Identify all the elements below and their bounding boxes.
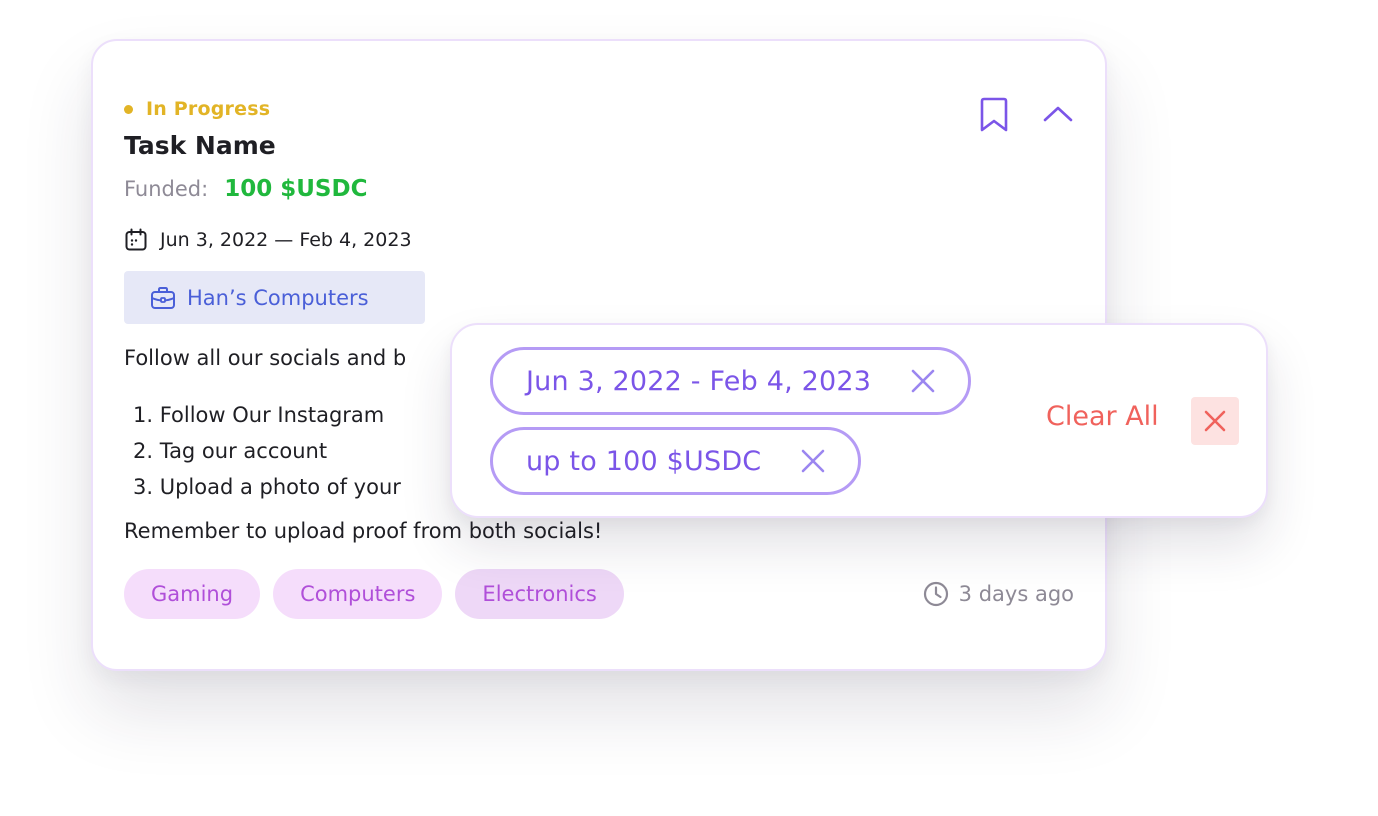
status-label: In Progress bbox=[146, 98, 271, 120]
tag-gaming[interactable]: Gaming bbox=[124, 569, 261, 619]
posted-time: 3 days ago bbox=[923, 581, 1074, 607]
stage: In Progress Task Name Funded: 100 $USDC bbox=[0, 0, 1378, 816]
briefcase-icon bbox=[151, 286, 175, 309]
remove-filter-button[interactable] bbox=[910, 368, 936, 394]
posted-time-text: 3 days ago bbox=[958, 582, 1074, 606]
filter-chip-amount[interactable]: up to 100 $USDC bbox=[490, 427, 861, 495]
close-icon bbox=[1204, 410, 1226, 432]
company-name: Han’s Computers bbox=[187, 285, 369, 310]
close-icon bbox=[801, 449, 825, 473]
clear-all-button[interactable] bbox=[1191, 397, 1239, 445]
list-item: 2. Tag our account bbox=[133, 439, 328, 463]
active-filters-panel: Jun 3, 2022 - Feb 4, 2023 up to 100 $USD… bbox=[450, 323, 1268, 518]
filter-chip-label: up to 100 $USDC bbox=[526, 445, 762, 477]
status-indicator: In Progress bbox=[124, 97, 270, 121]
chevron-up-icon bbox=[1043, 106, 1073, 122]
reminder-text: Remember to upload proof from both socia… bbox=[124, 519, 603, 543]
tag-computers[interactable]: Computers bbox=[273, 569, 443, 619]
filter-chip-date-range[interactable]: Jun 3, 2022 - Feb 4, 2023 bbox=[490, 347, 971, 415]
list-item: 3. Upload a photo of your bbox=[133, 475, 401, 499]
funded-label: Funded: bbox=[124, 177, 209, 201]
filter-chip-label: Jun 3, 2022 - Feb 4, 2023 bbox=[526, 365, 872, 397]
description-intro: Follow all our socials and b bbox=[124, 346, 407, 370]
task-title: Task Name bbox=[124, 131, 276, 160]
calendar-icon bbox=[125, 228, 147, 251]
funded-amount: 100 $USDC bbox=[224, 176, 368, 202]
status-dot bbox=[124, 104, 133, 114]
close-icon bbox=[911, 369, 935, 393]
date-range: Jun 3, 2022 — Feb 4, 2023 bbox=[124, 228, 412, 252]
company-badge[interactable]: Han’s Computers bbox=[124, 271, 425, 324]
bookmark-icon bbox=[980, 97, 1008, 132]
date-range-text: Jun 3, 2022 — Feb 4, 2023 bbox=[160, 229, 412, 251]
clock-icon bbox=[923, 581, 948, 607]
tag-electronics[interactable]: Electronics bbox=[455, 569, 624, 619]
funded-row: Funded: 100 $USDC bbox=[124, 176, 367, 202]
tag-list: Gaming Computers Electronics bbox=[124, 569, 637, 619]
steps-list: 1. Follow Our Instagram 2. Tag our accou… bbox=[133, 397, 401, 505]
bookmark-button[interactable] bbox=[976, 95, 1012, 135]
clear-all-link[interactable]: Clear All bbox=[1046, 401, 1159, 432]
remove-filter-button[interactable] bbox=[800, 448, 826, 474]
list-item: 1. Follow Our Instagram bbox=[133, 403, 385, 427]
collapse-button[interactable] bbox=[1038, 99, 1078, 129]
